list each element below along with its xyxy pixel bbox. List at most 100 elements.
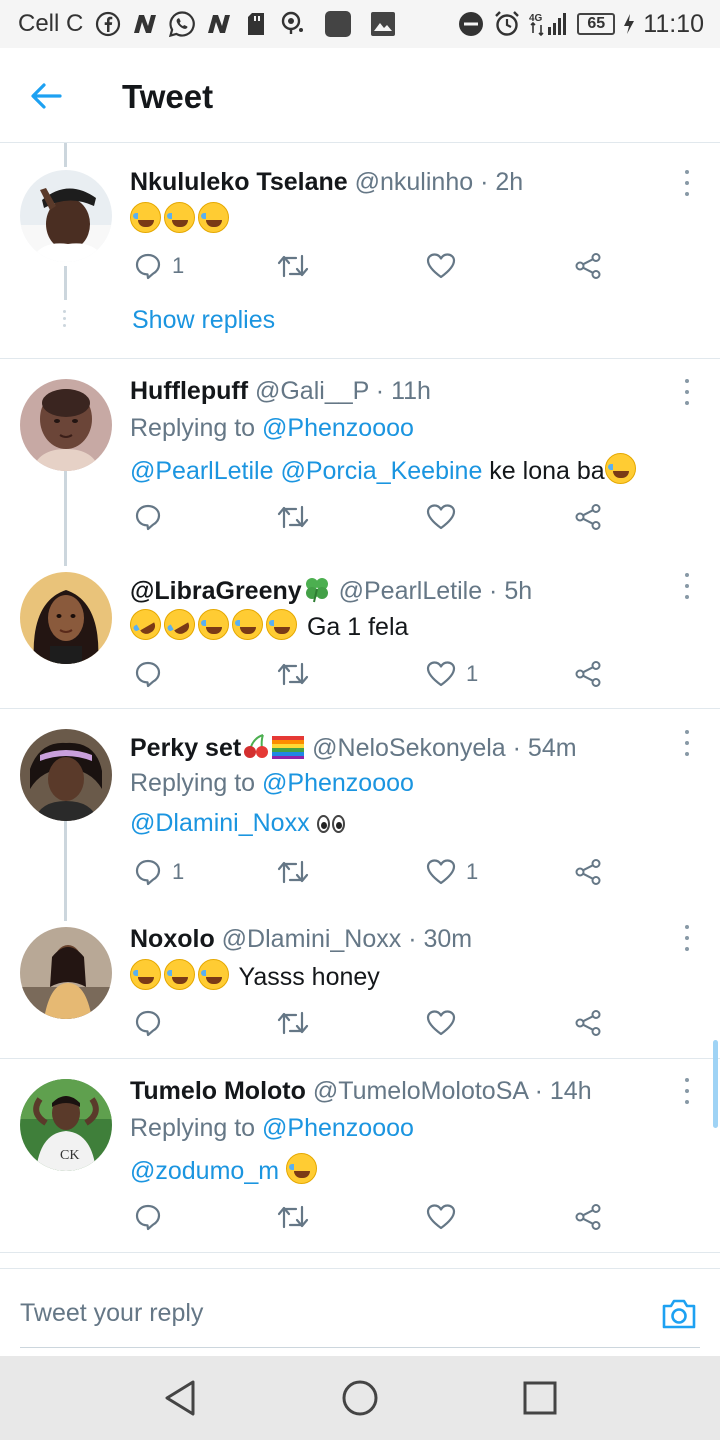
mention-links[interactable]: @PearlLetile @Porcia_Keebine <box>130 457 482 485</box>
tweet-actions: 1 <box>130 252 610 292</box>
nav-back-button[interactable] <box>160 1378 200 1418</box>
reply-button[interactable]: 1 <box>134 252 184 280</box>
tweet-header: Noxolo @Dlamini_Noxx · 30m <box>130 925 472 954</box>
share-button[interactable] <box>574 858 602 886</box>
reply-input-underline <box>20 1347 700 1348</box>
author-name[interactable]: Hufflepuff <box>130 377 248 405</box>
tweet-header: Hufflepuff @Gali__P · 11h <box>130 377 431 406</box>
reply-input[interactable]: Tweet your reply <box>20 1299 203 1328</box>
more-options-button[interactable] <box>682 925 692 951</box>
divider <box>0 708 720 709</box>
share-button[interactable] <box>574 503 602 531</box>
mention-links[interactable]: @Dlamini_Noxx <box>130 809 310 837</box>
avatar[interactable] <box>20 729 112 821</box>
tweet-actions: 1 <box>130 660 610 700</box>
like-count: 1 <box>466 859 479 884</box>
divider <box>0 1252 720 1253</box>
tweet-text: @zodumo_m <box>130 1153 320 1186</box>
replying-to-link[interactable]: @Phenzoooo <box>262 1114 414 1142</box>
mention-links[interactable]: @zodumo_m <box>130 1157 279 1185</box>
retweet-button[interactable] <box>276 503 310 531</box>
scrollbar[interactable] <box>713 1040 718 1128</box>
replying-to-link[interactable]: @Phenzoooo <box>262 769 414 797</box>
author-handle-time: @TumeloMolotoSA · 14h <box>312 1077 592 1105</box>
like-button[interactable] <box>426 252 466 280</box>
nav-recents-button[interactable] <box>520 1378 560 1418</box>
replying-to: Replying to @Phenzoooo <box>130 414 414 443</box>
tweet-header: @LibraGreeny @PearlLetile · 5h <box>130 575 532 606</box>
author-name[interactable]: @LibraGreeny <box>130 577 332 605</box>
tweet-header: Tumelo Moloto @TumeloMolotoSA · 14h <box>130 1077 592 1106</box>
tweet-text: Ga 1 fela <box>124 603 408 646</box>
carrier-label: Cell C <box>18 10 84 37</box>
tweet-body: ke lona ba <box>489 457 605 485</box>
share-button[interactable] <box>574 1009 602 1037</box>
rainbow-flag-icon <box>272 736 305 759</box>
replying-label: Replying to <box>130 769 256 797</box>
reply-icon <box>135 253 161 280</box>
tweet-header: Perky set @NeloSekonyela · 54m <box>130 732 577 763</box>
author-name[interactable]: Tumelo Moloto <box>130 1077 306 1105</box>
like-button[interactable] <box>426 1009 466 1037</box>
more-options-button[interactable] <box>682 573 692 599</box>
joy-emoji-icon <box>286 1153 318 1184</box>
status-bar: Cell C 4G 65 11:10 <box>0 0 720 48</box>
replying-to-link[interactable]: @Phenzoooo <box>262 414 414 442</box>
retweet-button[interactable] <box>276 1203 310 1231</box>
tweet-text: @PearlLetile @Porcia_Keebine ke lona ba <box>130 453 639 486</box>
app-header: Tweet <box>0 48 720 143</box>
more-options-button[interactable] <box>682 730 692 756</box>
show-replies-link[interactable]: Show replies <box>132 306 275 335</box>
divider <box>0 1058 720 1059</box>
author-name[interactable]: Nkululeko Tselane <box>130 168 348 196</box>
reply-button[interactable] <box>134 1203 172 1231</box>
home-circle-icon <box>342 1380 378 1416</box>
app-icon <box>324 10 352 38</box>
like-button[interactable] <box>426 503 466 531</box>
signal-icon: 4G <box>529 10 569 38</box>
nav-home-button[interactable] <box>340 1378 380 1418</box>
reply-button[interactable]: 1 <box>134 858 184 886</box>
heart-icon <box>426 253 456 279</box>
like-button[interactable]: 1 <box>426 858 478 886</box>
reply-button[interactable] <box>134 660 172 688</box>
retweet-button[interactable] <box>276 1009 310 1037</box>
retweet-button[interactable] <box>276 858 310 886</box>
author-name[interactable]: Perky set <box>130 734 305 762</box>
svg-text:4G: 4G <box>529 13 543 24</box>
share-button[interactable] <box>574 660 602 688</box>
camera-button[interactable] <box>660 1297 698 1331</box>
more-options-button[interactable] <box>682 379 692 405</box>
back-arrow-icon <box>31 83 62 109</box>
more-options-button[interactable] <box>682 1078 692 1104</box>
cherries-icon <box>244 734 269 758</box>
more-options-button[interactable] <box>682 170 692 196</box>
like-button[interactable] <box>426 1203 466 1231</box>
retweet-button[interactable] <box>276 660 310 688</box>
heart-icon <box>426 1204 456 1230</box>
retweet-button[interactable] <box>276 252 310 280</box>
share-icon <box>575 1204 601 1230</box>
heart-icon <box>426 859 456 885</box>
avatar[interactable] <box>20 572 112 664</box>
sd-card-icon <box>242 10 270 38</box>
like-button[interactable]: 1 <box>426 660 478 688</box>
joy-emoji-icon <box>198 202 229 233</box>
do-not-disturb-icon <box>457 10 485 38</box>
share-button[interactable] <box>574 1203 602 1231</box>
back-button[interactable] <box>26 76 66 116</box>
reply-button[interactable] <box>134 1009 172 1037</box>
avatar[interactable]: CK <box>20 1079 112 1171</box>
avatar[interactable] <box>20 927 112 1019</box>
share-icon <box>575 661 601 687</box>
avatar[interactable] <box>20 170 112 262</box>
author-name[interactable]: Noxolo <box>130 925 215 953</box>
author-handle-time: @Dlamini_Noxx · 30m <box>221 925 473 953</box>
share-icon <box>575 253 601 279</box>
reply-button[interactable] <box>134 503 172 531</box>
joy-emoji-icon <box>164 202 195 233</box>
page-title: Tweet <box>122 78 214 115</box>
avatar[interactable] <box>20 379 112 471</box>
news-icon <box>205 10 233 38</box>
share-button[interactable] <box>574 252 602 280</box>
